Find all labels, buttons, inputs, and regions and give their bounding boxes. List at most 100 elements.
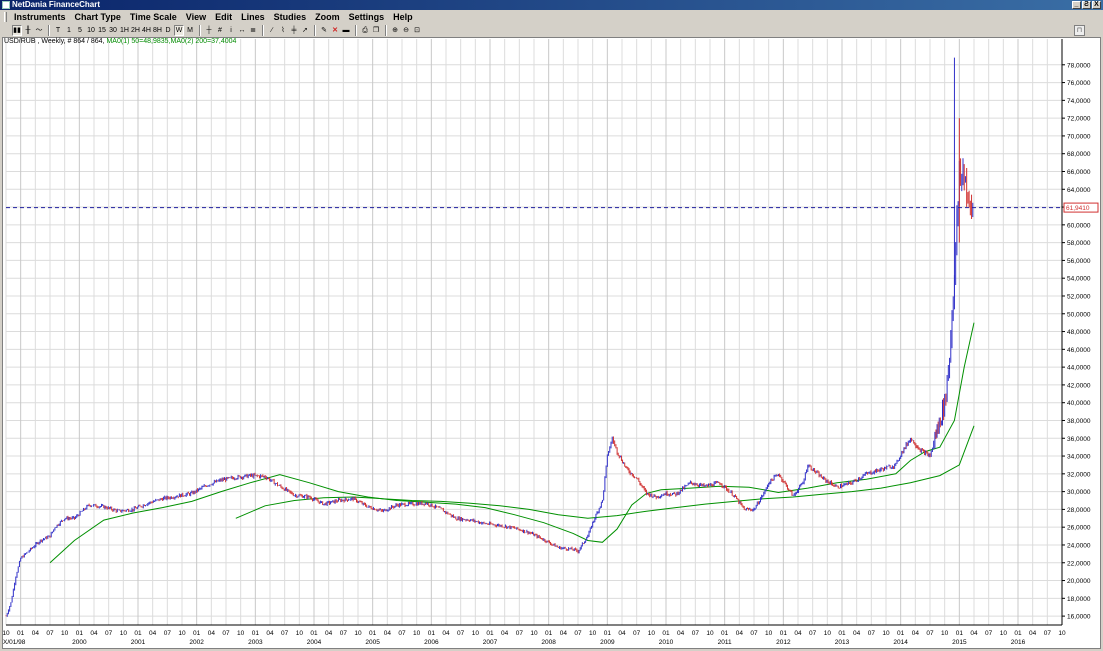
scale-daily[interactable]: D bbox=[163, 25, 173, 36]
x-month-label: 04 bbox=[90, 630, 98, 637]
scale-1h[interactable]: 1H bbox=[119, 25, 129, 36]
scale-tick[interactable]: T bbox=[53, 25, 63, 36]
candle-chart-icon[interactable]: ╫ bbox=[23, 25, 33, 36]
scale-4h[interactable]: 4H bbox=[141, 25, 151, 36]
x-year-label: 2011 bbox=[718, 639, 732, 646]
channel-icon[interactable]: ╪ bbox=[289, 25, 299, 36]
menu-edit[interactable]: Edit bbox=[215, 12, 232, 22]
x-month-label: 10 bbox=[61, 630, 69, 637]
minimize-button[interactable]: _ bbox=[1072, 1, 1081, 9]
pointer-icon[interactable]: ➚ bbox=[300, 25, 310, 36]
pencil-icon[interactable]: ✎ bbox=[319, 25, 329, 36]
x-year-label: 2015 bbox=[952, 639, 967, 646]
x-month-label: 10 bbox=[941, 630, 949, 637]
menu-grip bbox=[4, 12, 7, 22]
legend-ma2: MA0(2) 200=37,4004 bbox=[170, 38, 237, 45]
x-start-label: X/01/98 bbox=[3, 639, 26, 646]
zoom-reset-icon[interactable]: ⊡ bbox=[412, 25, 422, 36]
toolbar: ▮▮ ╫ 〜 T 1 5 10 15 30 1H 2H 4H 8H D W M … bbox=[0, 24, 1103, 37]
x-month-label: 07 bbox=[222, 630, 230, 637]
print-icon[interactable]: ⎙ bbox=[360, 25, 370, 36]
y-tick-label: 36,0000 bbox=[1067, 436, 1091, 443]
y-tick-label: 46,0000 bbox=[1067, 347, 1091, 354]
y-tick-label: 70,0000 bbox=[1067, 133, 1091, 140]
toolbar-separator bbox=[199, 25, 201, 36]
x-month-label: 01 bbox=[193, 630, 201, 637]
scale-30m[interactable]: 30 bbox=[108, 25, 118, 36]
x-month-label: 01 bbox=[721, 630, 729, 637]
line-chart-icon[interactable]: 〜 bbox=[34, 25, 44, 36]
menu-settings[interactable]: Settings bbox=[349, 12, 385, 22]
scale-weekly[interactable]: W bbox=[174, 25, 184, 36]
menu-lines[interactable]: Lines bbox=[241, 12, 265, 22]
scale-15m[interactable]: 15 bbox=[97, 25, 107, 36]
y-tick-label: 78,0000 bbox=[1067, 62, 1091, 69]
grid-icon[interactable]: # bbox=[215, 25, 225, 36]
y-tick-label: 30,0000 bbox=[1067, 489, 1091, 496]
x-month-label: 04 bbox=[794, 630, 802, 637]
scale-5m[interactable]: 5 bbox=[75, 25, 85, 36]
trendline-icon[interactable]: ∕ bbox=[267, 25, 277, 36]
y-tick-label: 74,0000 bbox=[1067, 98, 1091, 105]
y-tick-label: 58,0000 bbox=[1067, 240, 1091, 247]
y-tick-label: 48,0000 bbox=[1067, 329, 1091, 336]
y-tick-label: 64,0000 bbox=[1067, 187, 1091, 194]
menu-instruments[interactable]: Instruments bbox=[14, 12, 66, 22]
scale-2h[interactable]: 2H bbox=[130, 25, 140, 36]
zoom-in-icon[interactable]: ⊕ bbox=[390, 25, 400, 36]
erase-icon[interactable]: ▬ bbox=[341, 25, 351, 36]
x-month-label: 01 bbox=[252, 630, 260, 637]
x-year-label: 2003 bbox=[248, 639, 263, 646]
x-month-label: 10 bbox=[2, 630, 10, 637]
compare-icon[interactable]: ≣ bbox=[248, 25, 258, 36]
x-month-label: 01 bbox=[838, 630, 846, 637]
close-button[interactable]: X bbox=[1092, 1, 1101, 9]
menu-bar: Instruments Chart Type Time Scale View E… bbox=[0, 10, 1103, 24]
y-tick-label: 54,0000 bbox=[1067, 276, 1091, 283]
y-tick-label: 22,0000 bbox=[1067, 560, 1091, 567]
bar-chart-icon[interactable]: ▮▮ bbox=[12, 25, 22, 36]
price-chart[interactable]: 16,0000 18,0000 20,0000 22,0000 24,0000 26,00… bbox=[2, 37, 1101, 649]
scale-10m[interactable]: 10 bbox=[86, 25, 96, 36]
x-month-label: 10 bbox=[706, 630, 714, 637]
delete-icon[interactable]: ✕ bbox=[330, 25, 340, 36]
toolbar-separator bbox=[385, 25, 387, 36]
info-icon[interactable]: i bbox=[226, 25, 236, 36]
x-month-label: 01 bbox=[780, 630, 788, 637]
legend-instrument: USD/RUB , Weekly, # 864 / 864, bbox=[4, 38, 105, 45]
arrows-icon[interactable]: ↔ bbox=[237, 25, 247, 36]
y-tick-label: 24,0000 bbox=[1067, 542, 1091, 549]
menu-time-scale[interactable]: Time Scale bbox=[130, 12, 177, 22]
zoom-out-icon[interactable]: ⊖ bbox=[401, 25, 411, 36]
pin-icon[interactable]: ⊓ bbox=[1074, 25, 1085, 36]
x-month-label: 01 bbox=[1014, 630, 1022, 637]
y-tick-label: 26,0000 bbox=[1067, 525, 1091, 532]
x-year-label: 2004 bbox=[307, 639, 322, 646]
x-year-label: 2010 bbox=[659, 639, 674, 646]
scale-monthly[interactable]: M bbox=[185, 25, 195, 36]
x-year-label: 2013 bbox=[835, 639, 850, 646]
toolbar-separator bbox=[355, 25, 357, 36]
fibonacci-icon[interactable]: ⌇ bbox=[278, 25, 288, 36]
x-year-label: 2001 bbox=[131, 639, 146, 646]
x-month-label: 04 bbox=[853, 630, 861, 637]
crosshair-icon[interactable]: ┼ bbox=[204, 25, 214, 36]
y-tick-label: 50,0000 bbox=[1067, 311, 1091, 318]
x-month-label: 10 bbox=[589, 630, 597, 637]
menu-help[interactable]: Help bbox=[393, 12, 413, 22]
toolbar-separator bbox=[314, 25, 316, 36]
menu-view[interactable]: View bbox=[186, 12, 206, 22]
x-month-label: 04 bbox=[1029, 630, 1037, 637]
menu-zoom[interactable]: Zoom bbox=[315, 12, 340, 22]
scale-1m[interactable]: 1 bbox=[64, 25, 74, 36]
y-tick-label: 76,0000 bbox=[1067, 80, 1091, 87]
restore-button[interactable]: Ƨ bbox=[1082, 1, 1091, 9]
menu-studies[interactable]: Studies bbox=[274, 12, 307, 22]
x-month-label: 04 bbox=[736, 630, 744, 637]
x-month-label: 10 bbox=[237, 630, 245, 637]
x-month-label: 10 bbox=[530, 630, 538, 637]
copy-icon[interactable]: ❐ bbox=[371, 25, 381, 36]
legend-ma1: MA0(1) 50=48,9835, bbox=[106, 38, 171, 45]
scale-8h[interactable]: 8H bbox=[152, 25, 162, 36]
menu-chart-type[interactable]: Chart Type bbox=[75, 12, 121, 22]
